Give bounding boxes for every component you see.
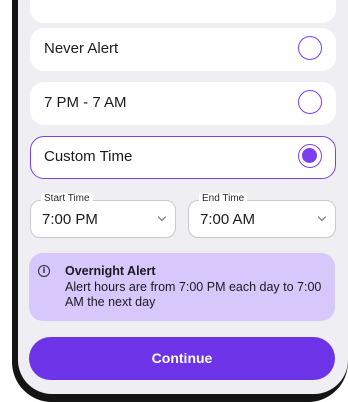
start-time-select[interactable]: Start Time 7:00 PM <box>30 193 176 238</box>
alert-body: Alert hours are from 7:00 PM each day to… <box>65 280 322 309</box>
radio-selected-icon[interactable] <box>298 144 322 168</box>
end-time-label: End Time <box>199 193 248 205</box>
chevron-down-icon <box>157 212 167 222</box>
start-time-label: Start Time <box>41 193 93 205</box>
alert-title: Overnight Alert <box>65 264 156 278</box>
radio-dot <box>302 148 317 163</box>
option-label: 7 PM - 7 AM <box>44 94 127 111</box>
chevron-down-icon <box>317 212 327 222</box>
end-time-value: 7:00 AM <box>200 211 256 228</box>
option-never-alert[interactable]: Never Alert <box>30 28 336 71</box>
screen: Never Alert 7 PM - 7 AM Custom Time Star… <box>18 0 348 394</box>
option-7pm-7am[interactable]: 7 PM - 7 AM <box>30 82 336 125</box>
option-custom-time[interactable]: Custom Time <box>30 136 336 179</box>
info-icon: i <box>38 265 50 277</box>
option-card-previous[interactable] <box>30 0 336 23</box>
option-label: Never Alert <box>44 40 119 57</box>
radio-unselected-icon[interactable] <box>298 36 322 60</box>
option-label: Custom Time <box>44 148 133 165</box>
overnight-alert-banner: i Overnight Alert Alert hours are from 7… <box>29 253 335 321</box>
continue-button[interactable]: Continue <box>29 337 335 380</box>
radio-unselected-icon[interactable] <box>298 90 322 114</box>
end-time-select[interactable]: End Time 7:00 AM <box>188 193 336 238</box>
start-time-value: 7:00 PM <box>42 211 98 228</box>
continue-label: Continue <box>151 350 213 366</box>
